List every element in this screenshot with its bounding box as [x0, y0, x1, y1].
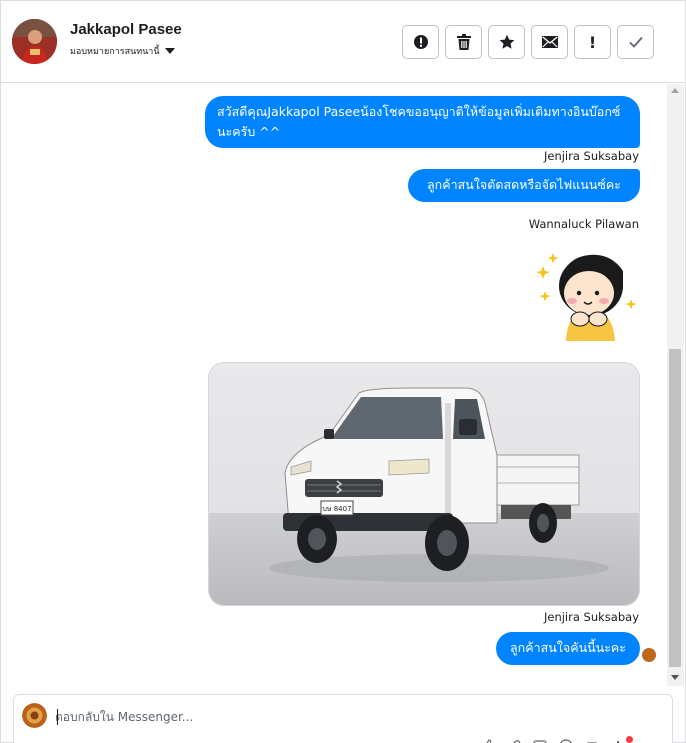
contact-name[interactable]: Jakkapol Pasee [70, 21, 182, 38]
like-icon[interactable] [480, 739, 496, 743]
message-bubble[interactable]: ลูกค้าสนใจคันนี้นะคะ [496, 632, 640, 665]
exclamation-icon: ! [588, 32, 597, 52]
conversation-header: Jakkapol Pasee มอบหมายการสนทนานี้ ! [1, 1, 685, 83]
conversation-window: Jakkapol Pasee มอบหมายการสนทนานี้ ! สวัส… [0, 0, 686, 743]
notification-dot [626, 736, 633, 743]
caret-down-icon [164, 48, 175, 54]
header-actions: ! [402, 25, 654, 59]
girl-sticker[interactable] [531, 241, 641, 341]
delete-button[interactable] [445, 25, 482, 59]
alert-circle-icon [413, 35, 428, 49]
message-bubble[interactable]: ลูกค้าสนใจตัดสดหรือจัดไฟแนนซ์คะ [408, 169, 640, 202]
page-avatar [22, 703, 47, 728]
text-cursor [57, 709, 58, 725]
attachment-icon[interactable] [506, 739, 522, 743]
star-icon [499, 34, 514, 49]
trash-icon [456, 34, 471, 50]
license-plate-text: บษ 8407 [322, 505, 351, 513]
message-scrollbar[interactable] [667, 84, 684, 686]
envelope-icon [541, 36, 558, 48]
emoji-icon[interactable] [558, 739, 574, 743]
contact-avatar[interactable] [12, 19, 57, 64]
sender-name: Jenjira Suksabay [543, 149, 639, 163]
composer-tools [480, 739, 626, 743]
scroll-up-arrow-icon[interactable] [671, 88, 679, 93]
check-icon [628, 36, 643, 48]
truck-photo-attachment[interactable]: บษ 8407 [208, 362, 640, 606]
message-thread: สวัสดีคุณJakkapol Paseeน้องโชคขออนุญาติใ… [1, 84, 667, 686]
star-button[interactable] [488, 25, 525, 59]
assign-conversation-dropdown[interactable]: มอบหมายการสนทนานี้ [70, 44, 175, 58]
seen-indicator-avatar [642, 648, 656, 662]
scrollbar-thumb[interactable] [669, 349, 681, 667]
sender-name: Wannaluck Pilawan [528, 217, 639, 231]
spam-button[interactable] [402, 25, 439, 59]
follow-up-button[interactable]: ! [574, 25, 611, 59]
mark-unread-button[interactable] [531, 25, 568, 59]
reply-input[interactable] [55, 708, 645, 726]
more-options-icon[interactable] [610, 739, 626, 743]
assign-label: มอบหมายการสนทนานี้ [70, 47, 160, 57]
done-button[interactable] [617, 25, 654, 59]
reply-composer [13, 694, 673, 743]
image-icon[interactable] [532, 739, 548, 743]
saved-replies-icon[interactable] [584, 739, 600, 743]
scroll-down-arrow-icon[interactable] [671, 675, 679, 680]
message-bubble[interactable]: สวัสดีคุณJakkapol Paseeน้องโชคขออนุญาติใ… [205, 96, 640, 148]
sender-name: Jenjira Suksabay [543, 610, 639, 624]
